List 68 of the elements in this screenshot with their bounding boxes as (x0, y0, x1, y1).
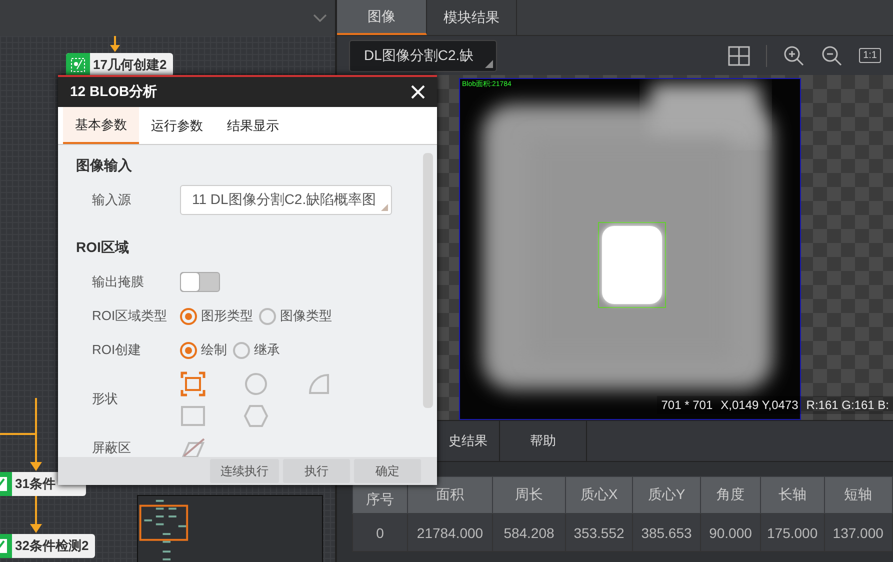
dialog-tab[interactable]: 运行参数 (139, 107, 215, 144)
result-tab[interactable]: 帮助 (500, 421, 587, 461)
field-label: ROI区域类型 (91, 307, 168, 325)
radio-label[interactable]: 绘制 (201, 341, 227, 359)
table-cell: 21784.000 (408, 514, 492, 552)
radio-label[interactable]: 图像类型 (280, 307, 332, 325)
table-cell: 584.208 (492, 514, 566, 552)
field-label: ROI创建 (91, 341, 142, 359)
grid-icon[interactable] (728, 44, 750, 66)
circle-icon[interactable] (243, 371, 269, 397)
table-cell: 353.552 (566, 514, 632, 552)
zoom-in-icon[interactable] (783, 44, 806, 66)
radio-button[interactable] (259, 308, 276, 324)
column-header: 面积 (408, 476, 492, 514)
field-label: 输出掩膜 (91, 273, 145, 291)
table-cell: 90.000 (700, 514, 760, 552)
geometry-icon (70, 57, 86, 73)
image-source-dropdown[interactable]: DL图像分割C2.缺 (349, 40, 497, 72)
status-text: R:161 G:161 B: (806, 398, 889, 412)
column-header: 质心X (566, 476, 632, 514)
toggle-switch[interactable] (180, 272, 220, 292)
hexagon-icon[interactable] (243, 403, 269, 429)
status-text: 701 * 701 (661, 398, 713, 412)
column-header: 周长 (492, 476, 566, 514)
panel-tab[interactable]: 图像 (337, 0, 427, 35)
sector-icon[interactable] (306, 371, 332, 397)
radio-button[interactable] (180, 308, 197, 324)
panel-tab[interactable]: 模块结果 (427, 0, 517, 35)
radio-button[interactable] (233, 342, 250, 358)
dialog-button[interactable]: 连续执行 (210, 459, 279, 483)
radio-label[interactable]: 图形类型 (201, 307, 253, 325)
radio-button[interactable] (180, 342, 197, 358)
chevron-down-icon[interactable] (313, 14, 327, 22)
column-header: 角度 (700, 476, 760, 514)
mask-icon[interactable] (180, 437, 206, 457)
field-label: 形状 (91, 390, 119, 408)
section-heading: 图像输入 (76, 157, 133, 175)
field-label: 屏蔽区 (91, 439, 132, 457)
connector-arrow (110, 36, 120, 53)
flow-node[interactable]: 32条件检测2 (0, 534, 95, 558)
input-source-dropdown[interactable]: 11 DL图像分割C2.缺陷概率图 (180, 185, 392, 215)
dialog-tab[interactable]: 基本参数 (63, 107, 139, 144)
table-cell: 175.000 (760, 514, 824, 552)
rectangle-icon[interactable] (180, 403, 206, 429)
minimap-drawing[interactable] (137, 495, 323, 562)
dialog-title: 12 BLOB分析 (70, 83, 158, 101)
bounding-box-icon[interactable] (180, 371, 206, 397)
zoom-out-icon[interactable] (821, 44, 844, 66)
close-icon[interactable] (411, 85, 425, 99)
status-text: X,0149 Y,0473 (720, 398, 798, 412)
actual-size-button[interactable]: 1:1 (859, 48, 881, 63)
table-cell: 137.000 (824, 514, 892, 552)
table-cell: 385.653 (632, 514, 700, 552)
scrollbar[interactable] (423, 153, 433, 408)
dialog-button[interactable]: 执行 (283, 459, 350, 483)
corner-icon (484, 60, 493, 68)
dialog-button[interactable]: 确定 (354, 459, 421, 483)
column-header: 短轴 (824, 476, 892, 514)
column-header: 质心Y (632, 476, 700, 514)
table-cell: 0 (352, 514, 408, 552)
section-heading: ROI区域 (76, 239, 130, 257)
field-label: 输入源 (91, 191, 132, 209)
flow-node[interactable]: 17几何创建2 (66, 53, 173, 77)
corner-icon (381, 204, 388, 211)
column-header: 长轴 (760, 476, 824, 514)
dialog-tab[interactable]: 结果显示 (215, 107, 291, 144)
connector-arrow (30, 496, 42, 534)
radio-label[interactable]: 继承 (254, 341, 280, 359)
